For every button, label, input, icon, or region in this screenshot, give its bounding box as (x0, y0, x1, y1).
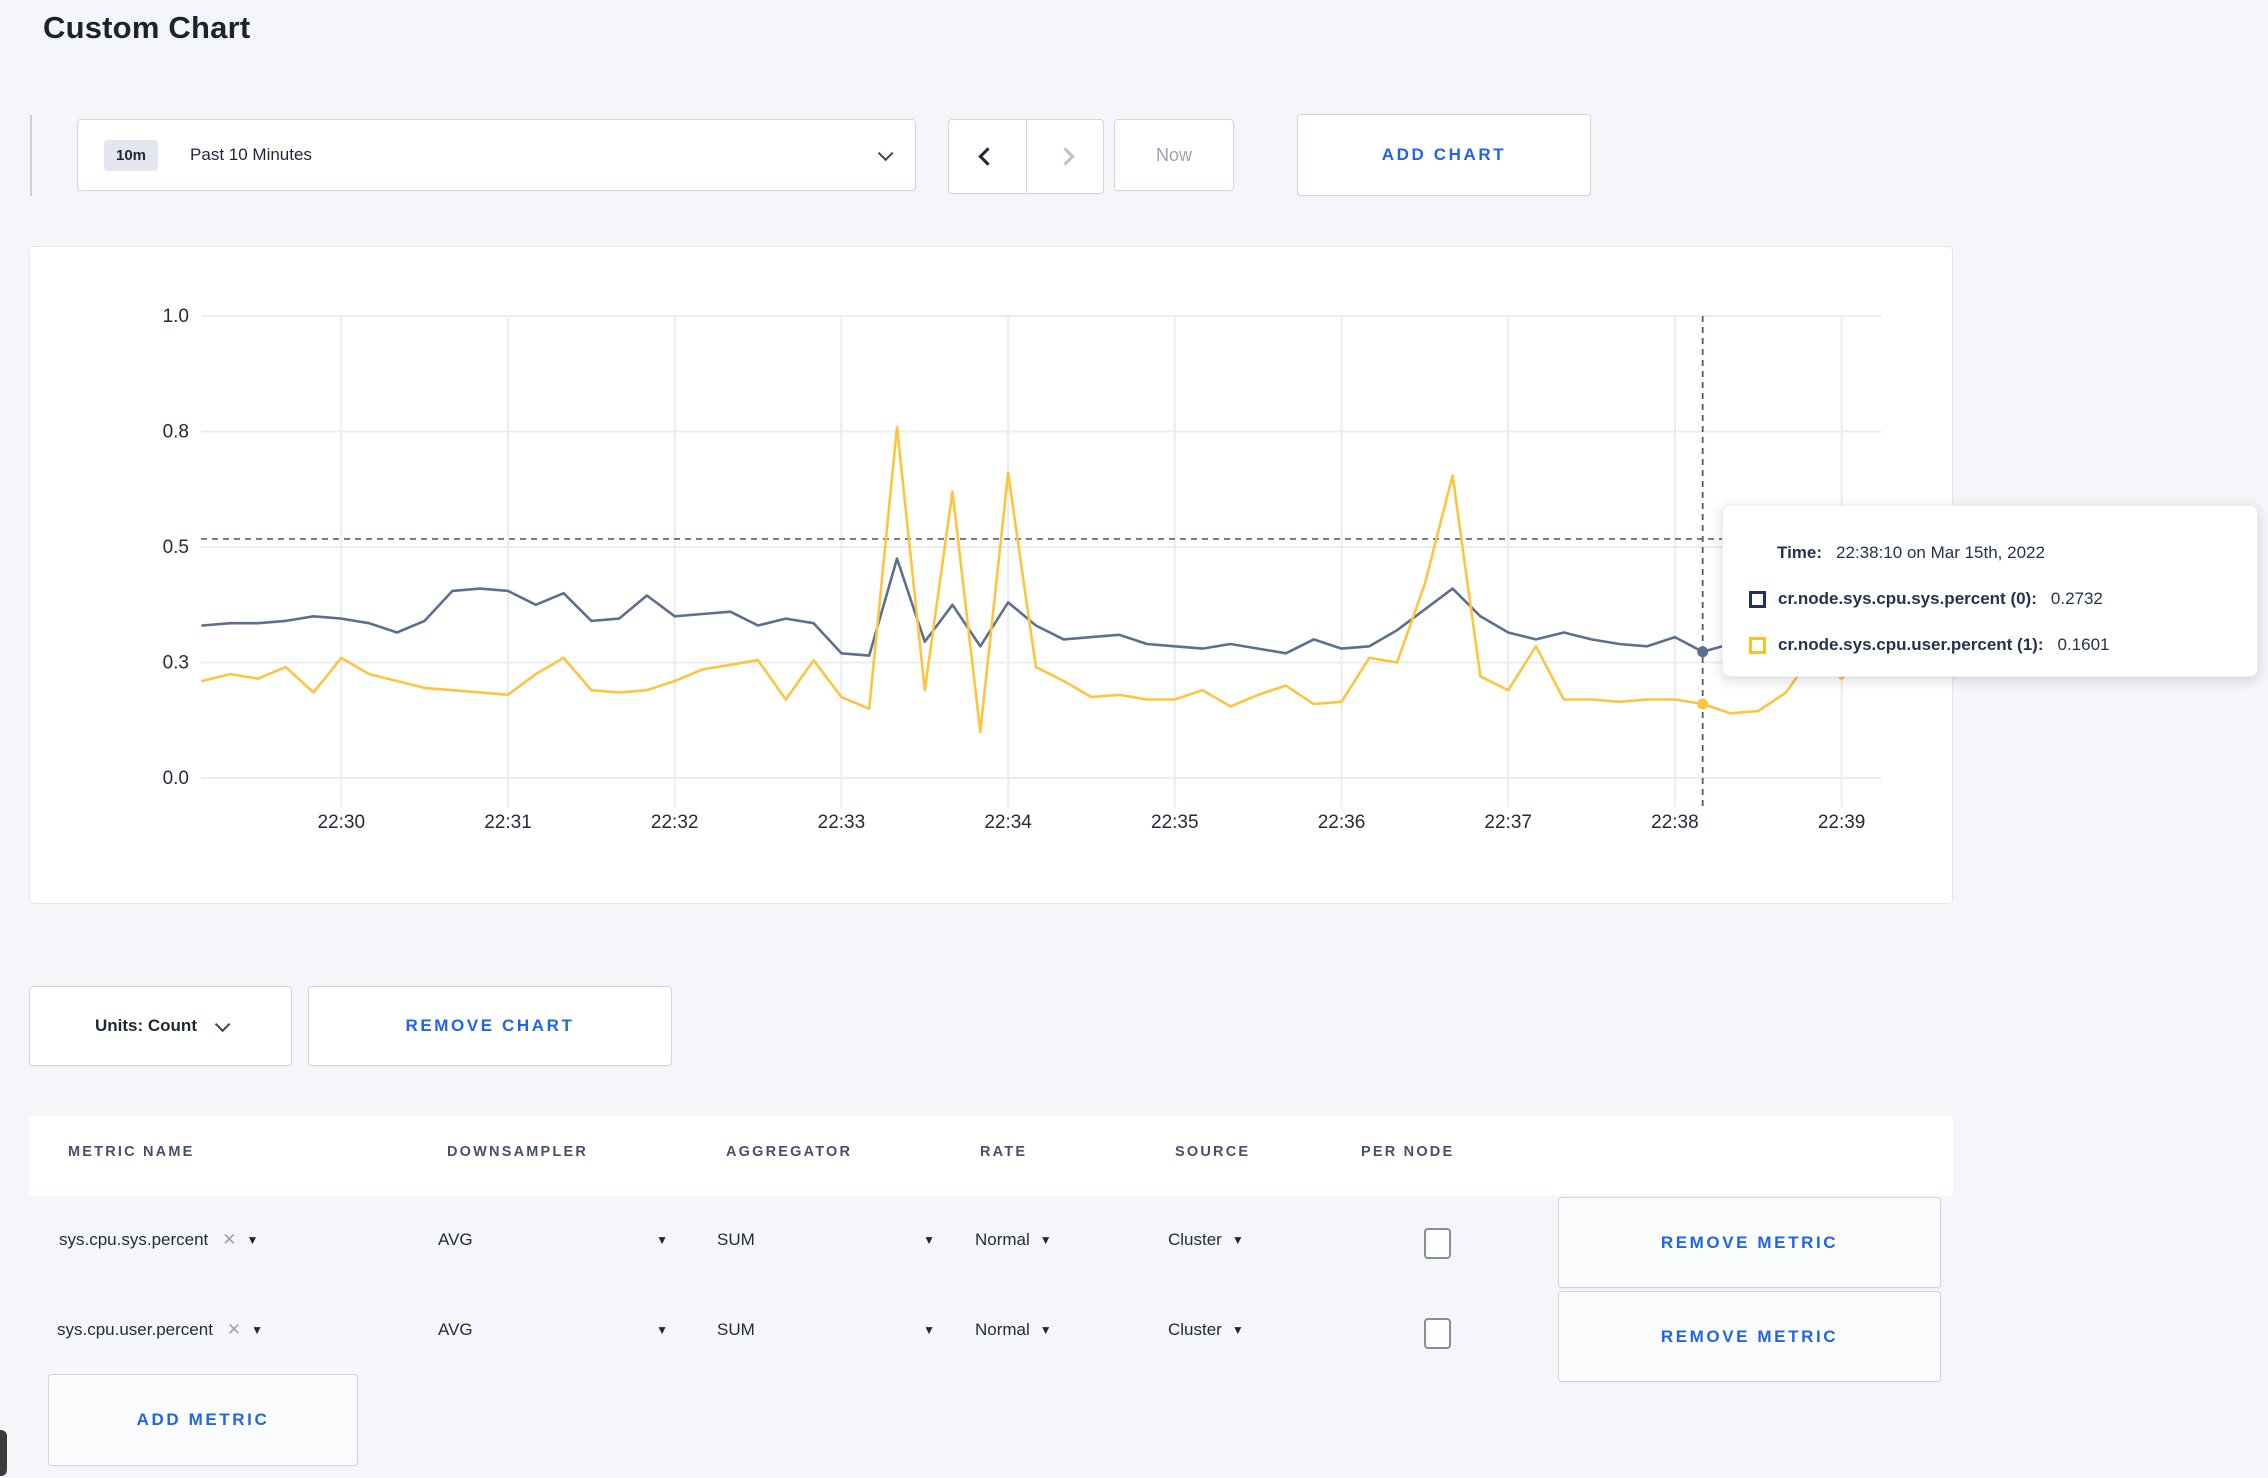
chart-card[interactable]: 0.0 0.3 0.5 0.8 1.0 22:30 22:31 22:32 22:33 22:34… (29, 246, 1953, 904)
source-select[interactable]: Cluster ▼ (1168, 1230, 1244, 1250)
time-range-dropdown[interactable]: 10m Past 10 Minutes (77, 119, 916, 191)
units-dropdown[interactable]: Units: Count (29, 986, 292, 1066)
series-user-swatch-icon (1749, 636, 1766, 654)
aggregator-value: SUM (717, 1230, 755, 1249)
downsampler-value: AVG (438, 1320, 473, 1339)
tooltip-series-value: 0.2732 (2050, 589, 2103, 608)
svg-text:0.8: 0.8 (163, 422, 189, 443)
svg-text:22:36: 22:36 (1318, 812, 1366, 833)
clear-metric-icon[interactable]: ✕ (222, 1230, 236, 1250)
tooltip-series-value: 0.1601 (2057, 635, 2110, 654)
source-value: Cluster (1168, 1230, 1222, 1249)
svg-text:0.3: 0.3 (163, 653, 189, 674)
caret-down-icon: ▼ (251, 1323, 264, 1337)
svg-text:22:39: 22:39 (1818, 812, 1866, 833)
svg-text:22:33: 22:33 (818, 812, 866, 833)
now-button[interactable]: Now (1114, 119, 1234, 191)
controls-divider (30, 115, 32, 196)
caret-down-icon: ▼ (1039, 1233, 1052, 1247)
aggregator-value: SUM (717, 1320, 755, 1339)
svg-text:22:32: 22:32 (651, 812, 699, 833)
screen-edge-artifact (0, 1430, 7, 1476)
svg-text:22:37: 22:37 (1484, 812, 1532, 833)
caret-down-icon: ▼ (1039, 1323, 1052, 1337)
svg-text:0.5: 0.5 (163, 537, 189, 558)
col-downsampler: DOWNSAMPLER (447, 1144, 589, 1160)
aggregator-select[interactable]: SUM ▼ (717, 1230, 935, 1250)
svg-text:22:34: 22:34 (984, 812, 1032, 833)
clear-metric-icon[interactable]: ✕ (227, 1320, 241, 1340)
caret-down-icon: ▼ (246, 1233, 259, 1247)
time-pager (948, 119, 1104, 194)
remove-chart-button[interactable]: REMOVE CHART (308, 986, 672, 1066)
svg-text:22:38: 22:38 (1651, 812, 1699, 833)
rate-value: Normal (975, 1230, 1030, 1249)
tooltip-time-label: Time: (1777, 543, 1823, 562)
metric-name-value: sys.cpu.sys.percent (59, 1230, 209, 1249)
chevron-right-icon (1055, 147, 1075, 166)
caret-down-icon: ▼ (656, 1233, 668, 1247)
rate-select[interactable]: Normal ▼ (975, 1230, 1052, 1250)
caret-down-icon: ▼ (923, 1233, 935, 1247)
svg-text:22:31: 22:31 (484, 812, 532, 833)
per-node-checkbox[interactable] (1424, 1318, 1451, 1349)
col-rate: RATE (980, 1144, 1028, 1160)
per-node-checkbox[interactable] (1424, 1228, 1451, 1259)
aggregator-select[interactable]: SUM ▼ (717, 1320, 935, 1340)
tooltip-series-label: cr.node.sys.cpu.user.percent (1): (1778, 635, 2044, 654)
svg-text:22:30: 22:30 (318, 812, 366, 833)
tooltip-time-value: 22:38:10 on Mar 15th, 2022 (1836, 543, 2045, 562)
add-chart-button[interactable]: ADD CHART (1297, 114, 1591, 196)
source-value: Cluster (1168, 1320, 1222, 1339)
downsampler-select[interactable]: AVG ▼ (438, 1320, 668, 1340)
remove-metric-button[interactable]: REMOVE METRIC (1558, 1197, 1941, 1288)
series-sys-swatch-icon (1749, 590, 1766, 608)
metric-name-value: sys.cpu.user.percent (57, 1320, 213, 1339)
remove-metric-button[interactable]: REMOVE METRIC (1558, 1291, 1941, 1382)
chart-tooltip: Time: 22:38:10 on Mar 15th, 2022 cr.node… (1722, 505, 2258, 677)
svg-text:1.0: 1.0 (163, 306, 189, 327)
rate-select[interactable]: Normal ▼ (975, 1320, 1052, 1340)
prev-time-button[interactable] (949, 120, 1026, 193)
rate-value: Normal (975, 1320, 1030, 1339)
add-metric-button[interactable]: ADD METRIC (48, 1374, 358, 1466)
downsampler-select[interactable]: AVG ▼ (438, 1230, 668, 1250)
caret-down-icon: ▼ (923, 1323, 935, 1337)
col-aggregator: AGGREGATOR (726, 1144, 853, 1160)
caret-down-icon: ▼ (656, 1323, 668, 1337)
chevron-down-icon (877, 145, 894, 161)
chevron-left-icon (978, 147, 997, 166)
metric-name-select[interactable]: sys.cpu.user.percent ✕ ▼ (57, 1320, 263, 1340)
source-select[interactable]: Cluster ▼ (1168, 1320, 1244, 1340)
col-per-node: PER NODE (1361, 1144, 1455, 1160)
next-time-button[interactable] (1026, 120, 1103, 193)
time-range-label: Past 10 Minutes (190, 145, 312, 164)
svg-text:22:35: 22:35 (1151, 812, 1199, 833)
units-label: Units: Count (95, 1016, 197, 1035)
timeseries-chart[interactable]: 0.0 0.3 0.5 0.8 1.0 22:30 22:31 22:32 22:33 22:34… (30, 247, 1951, 902)
metrics-table-header: METRIC NAME DOWNSAMPLER AGGREGATOR RATE … (29, 1116, 1953, 1196)
caret-down-icon: ▼ (1231, 1233, 1244, 1247)
time-range-badge: 10m (104, 139, 159, 171)
tooltip-series-label: cr.node.sys.cpu.sys.percent (0): (1778, 589, 2037, 608)
svg-text:0.0: 0.0 (163, 768, 189, 789)
chevron-down-icon (214, 1016, 231, 1032)
metric-name-select[interactable]: sys.cpu.sys.percent ✕ ▼ (59, 1230, 258, 1250)
col-metric-name: METRIC NAME (68, 1144, 195, 1160)
caret-down-icon: ▼ (1231, 1323, 1244, 1337)
downsampler-value: AVG (438, 1230, 473, 1249)
col-source: SOURCE (1175, 1144, 1251, 1160)
page-title: Custom Chart (43, 10, 251, 45)
